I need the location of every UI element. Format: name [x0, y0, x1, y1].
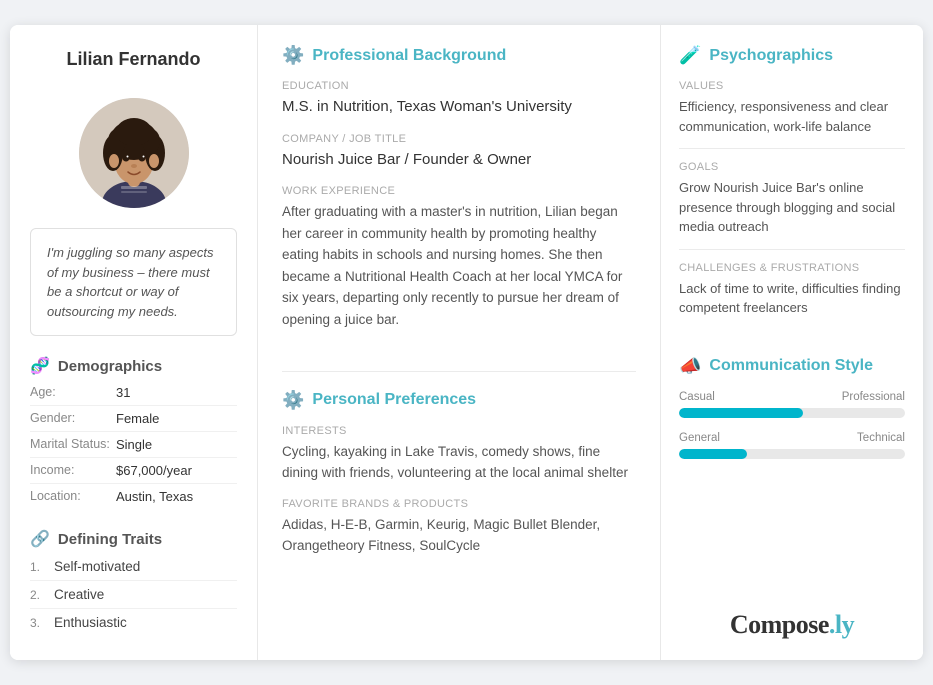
traits-header: 🔗 Defining Traits: [30, 529, 237, 549]
company-block: Company / Job Title Nourish Juice Bar / …: [282, 133, 636, 172]
avatar-image: [79, 98, 189, 208]
preferences-header: ⚙️ Personal Preferences: [282, 390, 636, 411]
experience-block: Work Experience After graduating with a …: [282, 185, 636, 331]
scale-label-right: Technical: [857, 432, 905, 444]
comm-scale: Casual Professional: [679, 391, 905, 418]
persona-card: Lilian Fernando: [10, 25, 923, 660]
demographics-section: 🧬 Demographics Age:31Gender:FemaleMarita…: [30, 356, 237, 509]
traits-icon: 🔗: [30, 529, 50, 549]
section-divider: [282, 371, 636, 372]
communication-icon: 📣: [679, 356, 701, 377]
psycho-block: Challenges & FrustrationsLack of time to…: [679, 262, 905, 330]
left-column: Lilian Fernando: [10, 25, 258, 660]
psychographics-icon: 🧪: [679, 45, 701, 66]
scale-label-left: Casual: [679, 391, 715, 403]
scale-bar-bg: [679, 449, 905, 459]
interests-block: Interests Cycling, kayaking in Lake Trav…: [282, 425, 636, 484]
trait-item: 3.Enthusiastic: [30, 609, 237, 636]
logo-text: Compose.ly: [730, 610, 854, 639]
brands-block: Favorite Brands & Products Adidas, H-E-B…: [282, 498, 636, 557]
right-column: 🧪 Psychographics ValuesEfficiency, respo…: [661, 25, 923, 660]
scale-bar-bg: [679, 408, 905, 418]
trait-item: 1.Self-motivated: [30, 553, 237, 581]
scale-label-left: General: [679, 432, 720, 444]
psychographics-header: 🧪 Psychographics: [679, 45, 905, 66]
scale-bar-fill: [679, 408, 803, 418]
preferences-section: ⚙️ Personal Preferences Interests Cyclin…: [282, 390, 636, 571]
traits-list: 1.Self-motivated2.Creative3.Enthusiastic: [30, 553, 237, 636]
professional-icon: ⚙️: [282, 45, 304, 66]
psychographics-blocks: ValuesEfficiency, responsiveness and cle…: [679, 80, 905, 342]
profile-name: Lilian Fernando: [66, 49, 200, 70]
compose-logo: Compose.ly: [679, 594, 905, 640]
profile-quote: I'm juggling so many aspects of my busin…: [30, 228, 237, 336]
education-block: Education M.S. in Nutrition, Texas Woman…: [282, 80, 636, 119]
scale-bar-fill: [679, 449, 747, 459]
communication-section: 📣 Communication Style Casual Professiona…: [679, 356, 905, 473]
demo-row: Marital Status:Single: [30, 432, 237, 458]
avatar: [79, 98, 189, 208]
communication-scales: Casual Professional General Technical: [679, 391, 905, 459]
logo-dot: .ly: [829, 610, 854, 639]
demo-row: Age:31: [30, 380, 237, 406]
middle-column: ⚙️ Professional Background Education M.S…: [258, 25, 661, 660]
traits-section: 🔗 Defining Traits 1.Self-motivated2.Crea…: [30, 529, 237, 636]
demographics-table: Age:31Gender:FemaleMarital Status:Single…: [30, 380, 237, 509]
demo-row: Income:$67,000/year: [30, 458, 237, 484]
communication-header: 📣 Communication Style: [679, 356, 905, 377]
demo-row: Gender:Female: [30, 406, 237, 432]
trait-item: 2.Creative: [30, 581, 237, 609]
professional-header: ⚙️ Professional Background: [282, 45, 636, 66]
psycho-block: GoalsGrow Nourish Juice Bar's online pre…: [679, 161, 905, 250]
professional-section: ⚙️ Professional Background Education M.S…: [282, 45, 636, 345]
preferences-icon: ⚙️: [282, 390, 304, 411]
psycho-block: ValuesEfficiency, responsiveness and cle…: [679, 80, 905, 149]
demo-row: Location:Austin, Texas: [30, 484, 237, 509]
demographics-header: 🧬 Demographics: [30, 356, 237, 376]
demographics-icon: 🧬: [30, 356, 50, 376]
scale-label-right: Professional: [842, 391, 905, 403]
comm-scale: General Technical: [679, 432, 905, 459]
